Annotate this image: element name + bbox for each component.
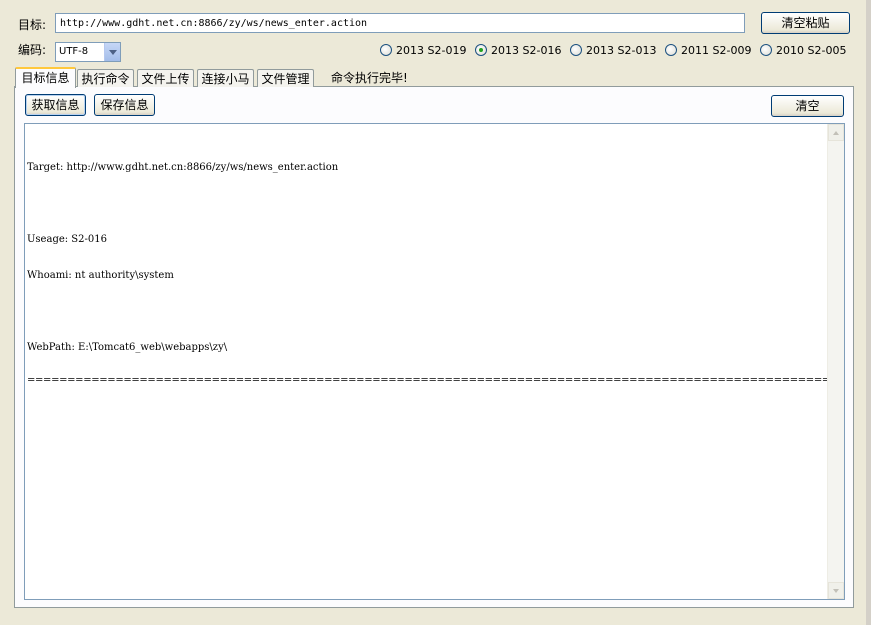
tab-file-manager[interactable]: 文件管理 [257, 69, 314, 87]
vertical-scrollbar[interactable] [827, 124, 844, 599]
exploit-label: 2013 S2-019 [396, 43, 467, 57]
output-line: Whoami: nt authority\system [27, 270, 174, 281]
exploit-label: 2011 S2-009 [681, 43, 752, 57]
exploit-option-s2-019[interactable]: 2013 S2-019 [380, 42, 466, 58]
radio-icon[interactable] [570, 44, 582, 56]
exploit-label: 2013 S2-013 [586, 43, 657, 57]
radio-checked-icon[interactable] [475, 44, 487, 56]
window-edge [866, 0, 871, 625]
radio-icon[interactable] [380, 44, 392, 56]
app-window: 目标: http://www.gdht.net.cn:8866/zy/ws/ne… [0, 0, 871, 625]
exploit-option-s2-005[interactable]: 2010 S2-005 [760, 42, 846, 58]
tab-file-upload[interactable]: 文件上传 [137, 69, 194, 87]
clear-paste-button[interactable]: 清空粘贴 [761, 12, 850, 34]
radio-icon[interactable] [760, 44, 772, 56]
status-text: 命令执行完毕! [331, 71, 408, 85]
tab-execute-command[interactable]: 执行命令 [77, 69, 134, 87]
radio-icon[interactable] [665, 44, 677, 56]
tab-connect-shell[interactable]: 连接小马 [197, 69, 254, 87]
get-info-button[interactable]: 获取信息 [25, 94, 86, 116]
tab-target-info[interactable]: 目标信息 [15, 67, 76, 88]
output-line: Useage: S2-016 [27, 234, 107, 245]
scroll-up-icon[interactable] [828, 124, 844, 141]
chevron-down-icon[interactable] [104, 43, 120, 61]
encoding-value: UTF-8 [59, 46, 89, 57]
clear-output-button[interactable]: 清空 [771, 95, 844, 117]
output-text: Target: http://www.gdht.net.cn:8866/zy/w… [27, 138, 844, 408]
target-url-input[interactable]: http://www.gdht.net.cn:8866/zy/ws/news_e… [55, 13, 745, 33]
save-info-button[interactable]: 保存信息 [94, 94, 155, 116]
exploit-option-s2-013[interactable]: 2013 S2-013 [570, 42, 656, 58]
output-line: Target: http://www.gdht.net.cn:8866/zy/w… [27, 162, 339, 173]
output-textarea[interactable]: Target: http://www.gdht.net.cn:8866/zy/w… [24, 123, 845, 600]
target-label: 目标: [18, 18, 47, 32]
exploit-option-s2-009[interactable]: 2011 S2-009 [665, 42, 751, 58]
exploit-label: 2013 S2-016 [491, 43, 562, 57]
encoding-label: 编码: [18, 43, 47, 57]
output-line: WebPath: E:\Tomcat6_web\webapps\zy\ [27, 342, 228, 353]
exploit-label: 2010 S2-005 [776, 43, 847, 57]
output-line: ========================================… [27, 375, 844, 386]
exploit-option-s2-016[interactable]: 2013 S2-016 [475, 42, 561, 58]
scroll-down-icon[interactable] [828, 582, 844, 599]
encoding-select[interactable]: UTF-8 [55, 42, 121, 62]
